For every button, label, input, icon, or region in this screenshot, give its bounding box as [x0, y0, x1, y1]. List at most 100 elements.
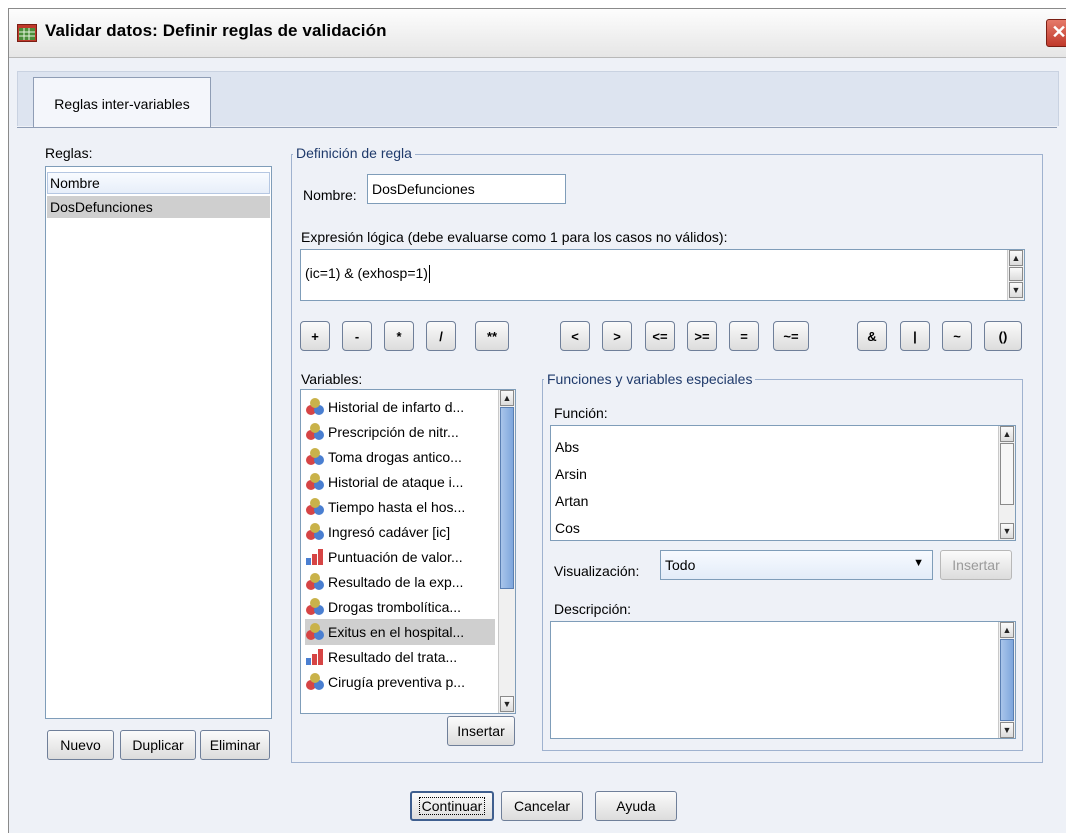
rule-name-input[interactable]: DosDefunciones: [367, 174, 566, 204]
variable-label: Ingresó cadáver [ic]: [328, 524, 451, 540]
scroll-up-icon[interactable]: ▲: [1000, 622, 1014, 638]
list-item[interactable]: Arsin: [555, 466, 587, 482]
logical-expression-input[interactable]: (ic=1) & (exhosp=1) ▲ ▼: [300, 249, 1025, 301]
list-item[interactable]: Artan: [555, 493, 588, 509]
operator-label: >: [613, 328, 621, 344]
nominal-icon: [305, 673, 325, 691]
scroll-thumb[interactable]: [1009, 267, 1023, 281]
nominal-icon: [305, 498, 325, 516]
duplicate-rule-button[interactable]: Duplicar: [120, 730, 196, 760]
new-rule-button[interactable]: Nuevo: [47, 730, 114, 760]
operator-label: *: [396, 328, 402, 344]
scroll-down-icon[interactable]: ▼: [500, 696, 514, 712]
operator-minus-button[interactable]: -: [342, 321, 372, 351]
scroll-down-icon[interactable]: ▼: [1009, 282, 1023, 298]
rules-list[interactable]: Nombre DosDefunciones: [45, 166, 272, 719]
operator-parentheses-button[interactable]: (): [984, 321, 1022, 351]
operator-equal-button[interactable]: =: [729, 321, 759, 351]
chevron-down-icon: ▼: [913, 557, 924, 569]
list-item[interactable]: Abs: [555, 439, 579, 455]
operator-label: >=: [694, 328, 710, 344]
list-item[interactable]: Historial de ataque i...: [305, 469, 495, 495]
list-item[interactable]: Drogas trombolítica...: [305, 594, 495, 620]
operator-divide-button[interactable]: /: [426, 321, 456, 351]
list-item[interactable]: Tiempo hasta el hos...: [305, 494, 495, 520]
operator-label: <=: [652, 328, 668, 344]
description-scrollbar[interactable]: ▲ ▼: [998, 622, 1015, 738]
button-label: Insertar: [457, 723, 505, 739]
scroll-thumb[interactable]: [1000, 443, 1014, 505]
tab-label: Reglas inter-variables: [54, 95, 190, 112]
scroll-down-icon[interactable]: ▼: [1000, 722, 1014, 738]
scroll-thumb[interactable]: [500, 407, 514, 589]
rules-label: Reglas:: [45, 145, 93, 161]
operator-label: **: [486, 328, 498, 344]
operator-label: ~=: [783, 328, 799, 344]
expression-value: (ic=1) & (exhosp=1): [305, 265, 428, 281]
operator-less-equal-button[interactable]: <=: [645, 321, 675, 351]
list-item[interactable]: Puntuación de valor...: [305, 544, 495, 570]
list-item[interactable]: Resultado del trata...: [305, 644, 495, 670]
nominal-icon: [305, 573, 325, 591]
tab-inter-variable-rules[interactable]: Reglas inter-variables: [33, 77, 211, 129]
display-select[interactable]: Todo ▼: [660, 550, 933, 580]
list-item[interactable]: DosDefunciones: [47, 196, 270, 218]
function-label: Función:: [554, 405, 608, 421]
operator-or-button[interactable]: |: [900, 321, 930, 351]
operator-greater-button[interactable]: >: [602, 321, 632, 351]
insert-function-button[interactable]: Insertar: [940, 550, 1012, 580]
function-list[interactable]: Abs Arsin Artan Cos ▲ ▼: [550, 425, 1016, 541]
variable-label: Resultado del trata...: [328, 649, 458, 665]
operator-not-button[interactable]: ~: [942, 321, 972, 351]
variable-label: Drogas trombolítica...: [328, 599, 462, 615]
scroll-up-icon[interactable]: ▲: [500, 390, 514, 406]
operator-plus-button[interactable]: +: [300, 321, 330, 351]
close-button[interactable]: ✕: [1046, 19, 1066, 47]
nominal-icon: [305, 598, 325, 616]
operator-and-button[interactable]: &: [857, 321, 887, 351]
operator-not-equal-button[interactable]: ~=: [773, 321, 809, 351]
operator-multiply-button[interactable]: *: [384, 321, 414, 351]
text-cursor: [428, 265, 430, 283]
variables-scrollbar[interactable]: ▲ ▼: [498, 390, 515, 713]
variables-list[interactable]: Historial de infarto d... Prescripción de…: [300, 389, 516, 714]
operator-less-button[interactable]: <: [560, 321, 590, 351]
button-label: Continuar: [418, 797, 486, 815]
scroll-up-icon[interactable]: ▲: [1000, 426, 1014, 442]
rule-name: DosDefunciones: [50, 199, 153, 215]
list-item[interactable]: Nombre: [47, 172, 270, 194]
scroll-down-icon[interactable]: ▼: [1000, 523, 1014, 539]
variable-label: Cirugía preventiva p...: [328, 674, 465, 690]
list-item[interactable]: Cirugía preventiva p...: [305, 669, 495, 695]
delete-rule-button[interactable]: Eliminar: [200, 730, 270, 760]
operator-label: |: [913, 328, 917, 344]
operator-greater-equal-button[interactable]: >=: [687, 321, 717, 351]
expression-scrollbar[interactable]: ▲ ▼: [1007, 250, 1024, 300]
list-item[interactable]: Prescripción de nitr...: [305, 419, 495, 445]
function-scrollbar[interactable]: ▲ ▼: [998, 426, 1015, 540]
rule-name-value: DosDefunciones: [372, 181, 475, 197]
continue-button[interactable]: Continuar: [410, 791, 494, 821]
list-item[interactable]: Exitus en el hospital...: [305, 619, 495, 645]
list-item[interactable]: Toma drogas antico...: [305, 444, 495, 470]
cancel-button[interactable]: Cancelar: [501, 791, 583, 821]
variable-label: Toma drogas antico...: [328, 449, 462, 465]
list-item[interactable]: Cos: [555, 520, 580, 536]
variable-label: Historial de ataque i...: [328, 474, 464, 490]
nominal-icon: [305, 523, 325, 541]
operator-label: ~: [953, 328, 961, 344]
expression-label: Expresión lógica (debe evaluarse como 1 …: [301, 229, 728, 245]
list-item[interactable]: Historial de infarto d...: [305, 394, 495, 420]
window-title: Validar datos: Definir reglas de validac…: [45, 21, 387, 40]
scroll-thumb[interactable]: [1000, 639, 1014, 721]
title-bar: Validar datos: Definir reglas de validac…: [9, 9, 1066, 58]
insert-variable-button[interactable]: Insertar: [447, 716, 515, 746]
description-box: ▲ ▼: [550, 621, 1016, 739]
operator-power-button[interactable]: **: [475, 321, 509, 351]
nominal-icon: [305, 448, 325, 466]
list-item[interactable]: Ingresó cadáver [ic]: [305, 519, 495, 545]
help-button[interactable]: Ayuda: [595, 791, 677, 821]
scroll-up-icon[interactable]: ▲: [1009, 250, 1023, 266]
list-item[interactable]: Resultado de la exp...: [305, 569, 495, 595]
variable-label: Exitus en el hospital...: [328, 624, 465, 640]
